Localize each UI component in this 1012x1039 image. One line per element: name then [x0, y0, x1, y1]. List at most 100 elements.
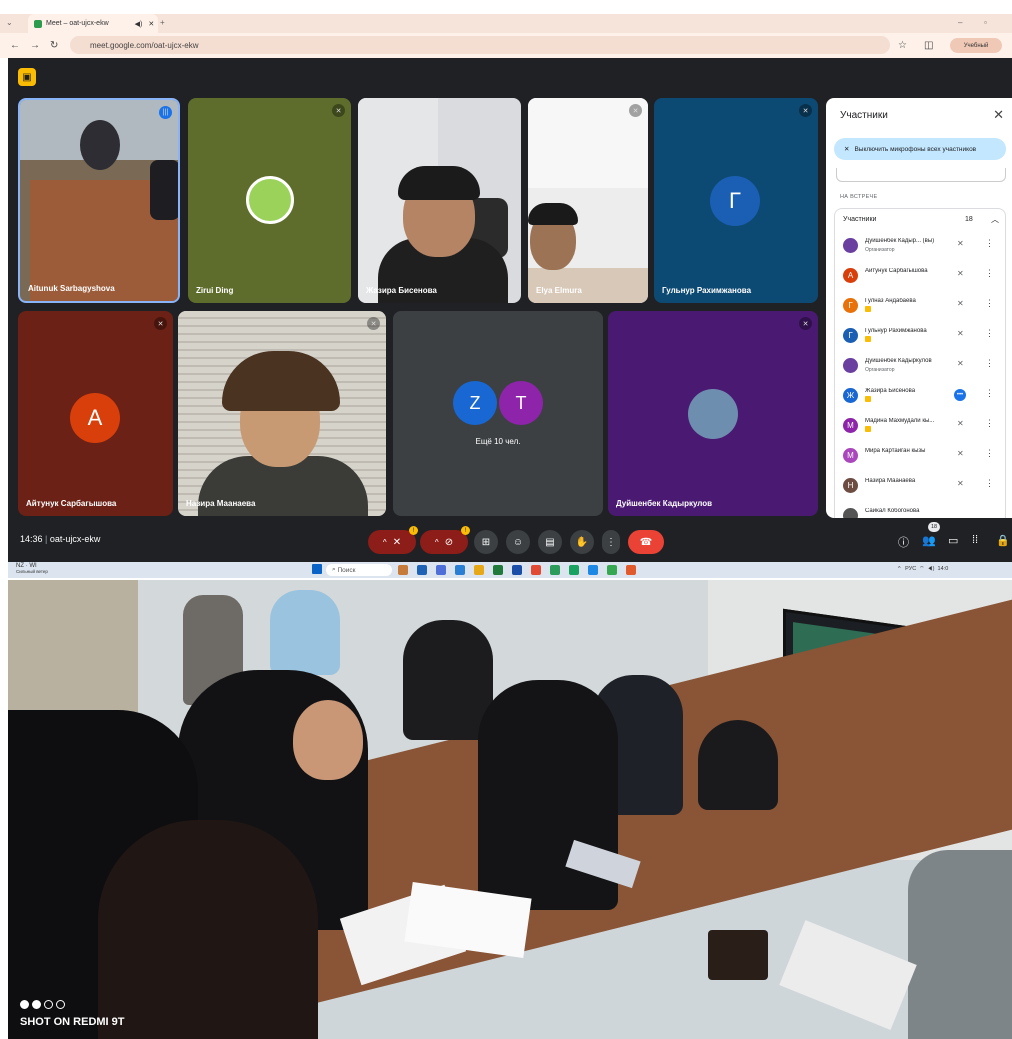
app-icon[interactable]: [588, 565, 598, 575]
participant-row[interactable]: Ж Жазира Бисенова ••• ⋮: [835, 380, 1007, 410]
chevron-up-icon[interactable]: ^: [435, 538, 439, 547]
profile-chip[interactable]: Учебный: [950, 38, 1002, 53]
people-icon[interactable]: 👥: [922, 534, 936, 547]
new-tab-icon[interactable]: +: [160, 18, 165, 27]
video-tile[interactable]: Жазира Бисенова: [358, 98, 521, 303]
app-icon[interactable]: [512, 565, 522, 575]
more-vert-icon[interactable]: ⋮: [985, 268, 994, 279]
chrome-icon[interactable]: [550, 565, 560, 575]
reload-icon[interactable]: ↻: [50, 40, 58, 51]
participant-row[interactable]: Г Гульнур Рахимжанова ✕ ⋮: [835, 320, 1007, 350]
app-icon[interactable]: [436, 565, 446, 575]
more-vert-icon[interactable]: ⋮: [985, 298, 994, 309]
app-icon[interactable]: [531, 565, 541, 575]
minimize-icon[interactable]: –: [958, 18, 962, 27]
folder-icon[interactable]: [474, 565, 484, 575]
video-tile[interactable]: ✕ Дуйшенбек Кадыркулов: [608, 311, 818, 516]
more-options-button[interactable]: ⋮: [602, 530, 620, 554]
app-icon[interactable]: [569, 565, 579, 575]
mic-toggle-button[interactable]: ^ ✕ !: [368, 526, 418, 554]
back-arrow-icon[interactable]: ←: [10, 40, 20, 51]
participant-name: Айтунук Сарбагышова: [865, 268, 928, 274]
mic-off-icon: ✕: [154, 317, 167, 330]
mute-all-button[interactable]: ✕ Выключить микрофоны всех участников: [834, 138, 1006, 160]
more-vert-icon[interactable]: ⋮: [985, 418, 994, 429]
participant-row[interactable]: Дуйшенбек Кадыркулов Организатор ✕ ⋮: [835, 350, 1007, 380]
mic-off-icon[interactable]: ✕: [957, 449, 964, 458]
participant-row[interactable]: М Мадина Махмудали кы... ✕ ⋮: [835, 410, 1007, 440]
close-icon[interactable]: ✕: [993, 107, 1004, 123]
chevron-up-icon[interactable]: ^: [383, 538, 387, 547]
raised-hand-icon: [865, 306, 871, 312]
reactions-button[interactable]: ☺: [506, 530, 530, 554]
tab-close-icon[interactable]: ✕: [148, 20, 154, 28]
mic-off-icon[interactable]: ✕: [957, 479, 964, 488]
restore-icon[interactable]: ▫: [984, 18, 987, 27]
warning-icon: !: [409, 526, 418, 535]
more-participants-tile[interactable]: Z T Ещё 10 чел.: [393, 311, 603, 516]
mic-off-icon: ✕: [799, 317, 812, 330]
more-vert-icon[interactable]: ⋮: [985, 328, 994, 339]
captions-button[interactable]: ▤: [538, 530, 562, 554]
app-icon[interactable]: [607, 565, 617, 575]
avatar: Г: [843, 328, 858, 343]
participants-group-header[interactable]: Участники 18 ︿: [834, 208, 1006, 230]
mic-off-icon[interactable]: ✕: [957, 269, 964, 278]
participant-search-input[interactable]: [836, 168, 1006, 182]
app-icon[interactable]: [455, 565, 465, 575]
mic-off-icon[interactable]: ✕: [957, 299, 964, 308]
tile-name: Назира Маанаева: [186, 499, 256, 508]
panel-title: Участники: [840, 110, 888, 121]
participant-row[interactable]: Н Назира Маанаева ✕ ⋮: [835, 470, 1007, 500]
more-vert-icon[interactable]: ⋮: [985, 358, 994, 369]
avatar: М: [843, 448, 858, 463]
meet-activity-icon[interactable]: ▣: [18, 68, 36, 86]
activities-icon[interactable]: ⁞⁞: [972, 534, 978, 546]
participant-row[interactable]: Сайкал Кобогонова: [835, 500, 1007, 518]
mic-off-icon[interactable]: ✕: [957, 419, 964, 428]
participant-row[interactable]: М Мира Картайган кызы ✕ ⋮: [835, 440, 1007, 470]
more-vert-icon[interactable]: ⋮: [985, 478, 994, 489]
app-icon[interactable]: [417, 565, 427, 575]
raise-hand-button[interactable]: ✋: [570, 530, 594, 554]
leave-call-button[interactable]: ☎: [628, 530, 664, 554]
mic-off-icon[interactable]: ✕: [957, 359, 964, 368]
bookmark-star-icon[interactable]: ☆: [898, 40, 907, 51]
tab-audio-icon[interactable]: ◀): [135, 20, 143, 28]
present-button[interactable]: ⊞: [474, 530, 498, 554]
chevron-up-icon[interactable]: ︿: [991, 214, 999, 225]
extensions-icon[interactable]: ◫: [924, 40, 933, 51]
chat-icon[interactable]: ▭: [948, 534, 958, 547]
participant-row[interactable]: Г Гулназ Андабаева ✕ ⋮: [835, 290, 1007, 320]
system-tray[interactable]: ^ РУС ⌔ ◀) 14:0: [898, 565, 948, 572]
forward-arrow-icon[interactable]: →: [30, 40, 40, 51]
app-icon[interactable]: [493, 565, 503, 575]
speaking-indicator-icon: |||: [159, 106, 172, 119]
video-tile[interactable]: ✕ Назира Маанаева: [178, 311, 386, 516]
avatar: [843, 508, 858, 518]
more-vert-icon[interactable]: ⋮: [985, 388, 994, 399]
more-vert-icon[interactable]: ⋮: [985, 238, 994, 249]
browser-tab-meet[interactable]: Meet – oat-ujcx-ekw ◀) ✕: [28, 14, 158, 33]
weather-widget[interactable]: NZ · WI Сильный ветер: [16, 563, 48, 574]
camera-toggle-button[interactable]: ^ ⊘ !: [420, 526, 470, 554]
indicator-dot: [56, 1000, 65, 1009]
mic-off-icon[interactable]: ✕: [957, 329, 964, 338]
app-icon[interactable]: [626, 565, 636, 575]
start-icon[interactable]: [312, 564, 322, 574]
mic-off-icon[interactable]: ✕: [957, 239, 964, 248]
app-icon[interactable]: [398, 565, 408, 575]
info-icon[interactable]: ⓘ: [898, 534, 909, 550]
participant-row[interactable]: A Айтунук Сарбагышова ✕ ⋮: [835, 260, 1007, 290]
address-bar[interactable]: meet.google.com/oat-ujcx-ekw: [70, 36, 890, 54]
participant-row[interactable]: Дуйшенбек Кадыр... (вы) Организатор ✕ ⋮: [835, 230, 1007, 260]
video-tile[interactable]: A ✕ Айтунук Сарбагышова: [18, 311, 173, 516]
taskbar-search[interactable]: ⌕ Поиск: [326, 564, 392, 576]
video-tile[interactable]: ✕ Zirui Ding: [188, 98, 351, 303]
video-tile[interactable]: ✕ Elya Elmura: [528, 98, 648, 303]
more-vert-icon[interactable]: ⋮: [985, 448, 994, 459]
video-tile[interactable]: Г ✕ Гульнур Рахимжанова: [654, 98, 818, 303]
host-controls-icon[interactable]: 🔒: [996, 534, 1010, 547]
tab-list-icon[interactable]: ⌄: [6, 18, 13, 27]
video-tile[interactable]: ||| Aitunuk Sarbagyshova: [18, 98, 180, 303]
